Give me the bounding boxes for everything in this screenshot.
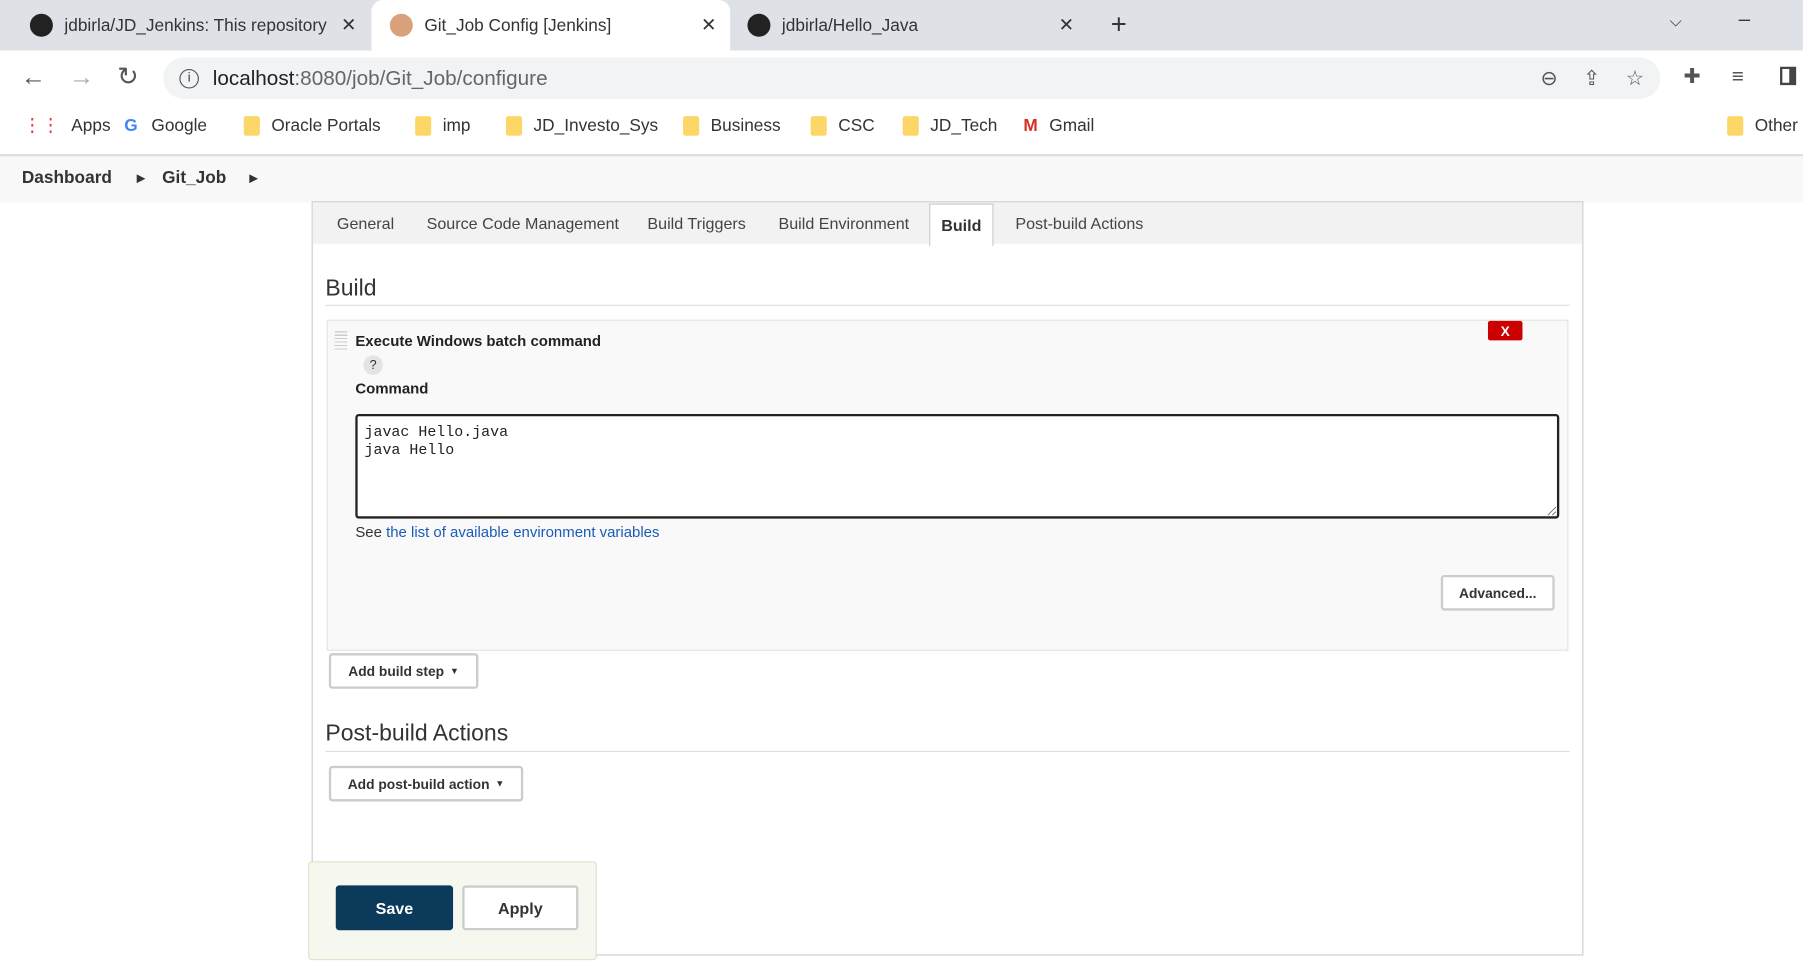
post-build-heading: Post-build Actions xyxy=(325,720,509,747)
google-icon: G xyxy=(124,115,138,136)
share-icon[interactable]: ⇪ xyxy=(1583,66,1600,90)
step-title: Execute Windows batch command xyxy=(355,332,602,350)
add-build-step-button[interactable]: Add build step ▼ xyxy=(328,653,479,689)
tab-scm[interactable]: Source Code Management xyxy=(427,214,619,232)
drag-handle-icon[interactable] xyxy=(334,331,348,350)
folder-icon xyxy=(1727,115,1744,136)
tab-post-build[interactable]: Post-build Actions xyxy=(1015,214,1143,232)
advanced-button[interactable]: Advanced... xyxy=(1440,574,1555,611)
close-tab-icon[interactable]: ✕ xyxy=(341,14,356,37)
delete-step-button[interactable]: X xyxy=(1487,320,1523,341)
folder-icon xyxy=(683,115,700,136)
chevron-right-icon[interactable]: ▶ xyxy=(137,172,145,185)
close-tab-icon[interactable]: ✕ xyxy=(1059,14,1074,37)
bookmark-folder[interactable]: JD_Tech xyxy=(902,110,997,140)
extensions-icon[interactable]: ✚ xyxy=(1683,64,1700,88)
zoom-icon[interactable]: ⊖ xyxy=(1540,66,1557,90)
bookmark-folder[interactable]: JD_Investo_Sys xyxy=(505,110,658,140)
bookmark-folder[interactable]: CSC xyxy=(810,110,875,140)
folder-icon xyxy=(902,115,919,136)
apps-grid-icon: ⋮⋮ xyxy=(22,116,60,136)
tab-build-environment[interactable]: Build Environment xyxy=(778,214,909,232)
tab-build-triggers[interactable]: Build Triggers xyxy=(647,214,745,232)
folder-icon xyxy=(810,115,827,136)
breadcrumb-dashboard[interactable]: Dashboard xyxy=(22,168,112,188)
folder-icon xyxy=(415,115,432,136)
env-vars-link[interactable]: the list of available environment variab… xyxy=(386,523,659,540)
media-icon[interactable]: ≡ xyxy=(1732,64,1744,88)
side-panel-icon[interactable] xyxy=(1780,66,1797,86)
command-textarea[interactable] xyxy=(355,413,1560,519)
back-icon[interactable]: ← xyxy=(21,62,46,92)
tab-search-icon[interactable]: ⌵ xyxy=(1670,11,1682,31)
bookmark-folder[interactable]: Business xyxy=(683,110,781,140)
chevron-right-icon[interactable]: ▶ xyxy=(250,172,258,185)
build-heading: Build xyxy=(325,275,377,302)
caret-down-icon: ▼ xyxy=(449,665,459,677)
bookmark-google[interactable]: G Google xyxy=(124,110,207,140)
divider xyxy=(325,304,1570,306)
env-vars-hint: See the list of available environment va… xyxy=(355,523,660,541)
forward-icon[interactable]: → xyxy=(69,62,94,92)
bookmark-other[interactable]: Other xyxy=(1727,110,1798,140)
gmail-icon: M xyxy=(1023,115,1038,136)
folder-icon xyxy=(505,115,523,136)
caret-down-icon: ▼ xyxy=(495,778,505,789)
minimize-icon[interactable]: – xyxy=(1739,7,1751,31)
github-icon xyxy=(747,13,771,37)
bookmark-folder[interactable]: Oracle Portals xyxy=(243,110,381,140)
folder-icon xyxy=(243,115,260,136)
tab-build[interactable]: Build xyxy=(929,203,994,247)
bookmark-folder[interactable]: imp xyxy=(415,110,471,140)
breadcrumb-job[interactable]: Git_Job xyxy=(162,168,226,188)
command-label: Command xyxy=(355,379,429,397)
github-icon xyxy=(29,13,53,37)
info-icon[interactable]: i xyxy=(179,68,199,88)
reload-icon[interactable]: ↻ xyxy=(117,62,138,92)
jenkins-icon xyxy=(389,13,413,37)
add-post-build-action-button[interactable]: Add post-build action ▼ xyxy=(328,765,524,802)
help-icon[interactable]: ? xyxy=(363,355,383,375)
divider xyxy=(325,750,1570,753)
browser-tab[interactable]: jdbirla/Hello_Java ✕ xyxy=(731,0,1087,51)
browser-tab[interactable]: jdbirla/JD_Jenkins: This repository ✕ xyxy=(0,0,370,51)
new-tab-icon[interactable]: + xyxy=(1111,9,1127,41)
browser-tab-active[interactable]: Git_Job Config [Jenkins] ✕ xyxy=(371,0,731,51)
save-button[interactable]: Save xyxy=(335,885,454,931)
tab-general[interactable]: General xyxy=(337,214,394,232)
bookmark-gmail[interactable]: M Gmail xyxy=(1023,110,1094,140)
breadcrumb xyxy=(0,154,1803,203)
star-icon[interactable]: ☆ xyxy=(1626,66,1645,90)
apply-button[interactable]: Apply xyxy=(462,885,579,931)
bookmark-apps[interactable]: ⋮⋮ Apps xyxy=(23,110,111,140)
close-tab-icon[interactable]: ✕ xyxy=(701,14,716,37)
address-bar[interactable]: i localhost:8080/job/Git_Job/configure ⊖… xyxy=(163,57,1661,99)
